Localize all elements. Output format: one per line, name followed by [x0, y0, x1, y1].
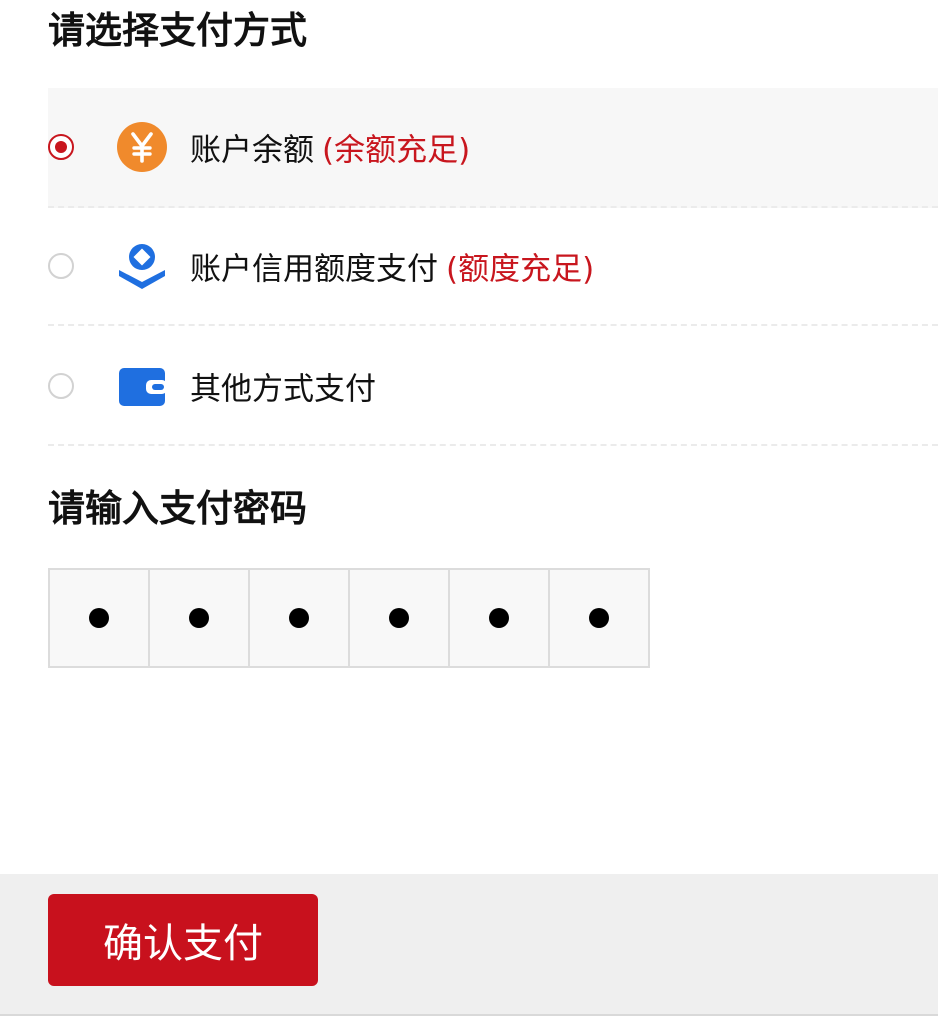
payment-option-credit[interactable]: 账户信用额度支付 (额度充足): [48, 208, 938, 326]
payment-method-title: 请选择支付方式: [48, 9, 307, 52]
option-text: 账户余额: [190, 132, 314, 169]
option-label-credit: 账户信用额度支付 (额度充足): [190, 244, 594, 289]
credit-shield-icon: [119, 244, 165, 289]
radio-other[interactable]: [48, 373, 74, 399]
password-dot: [89, 608, 109, 628]
option-status-note: (额度充足): [446, 251, 595, 288]
password-digit-cell[interactable]: [548, 570, 648, 666]
password-digit-cell[interactable]: [148, 570, 248, 666]
password-input[interactable]: [48, 568, 650, 668]
yuan-coin-icon: [117, 122, 167, 172]
payment-option-balance[interactable]: 账户余额 (余额充足): [48, 88, 938, 208]
password-digit-cell[interactable]: [448, 570, 548, 666]
option-label-balance: 账户余额 (余额充足): [190, 125, 470, 170]
payment-option-other[interactable]: 其他方式支付: [48, 328, 938, 446]
password-digit-cell[interactable]: [248, 570, 348, 666]
password-dot: [589, 608, 609, 628]
password-dot: [489, 608, 509, 628]
option-text: 账户信用额度支付: [190, 251, 438, 288]
password-dot: [289, 608, 309, 628]
password-digit-cell[interactable]: [348, 570, 448, 666]
option-label-other: 其他方式支付: [190, 364, 376, 409]
option-status-note: (余额充足): [322, 132, 471, 169]
payment-page: 请选择支付方式 账户余额 (余额充足) 账户信用额度支付 (额度充足) 其他方式支: [0, 0, 938, 1022]
password-title: 请输入支付密码: [48, 487, 307, 530]
password-dot: [389, 608, 409, 628]
radio-balance[interactable]: [48, 134, 74, 160]
footer-bar: 确认支付: [0, 874, 938, 1016]
option-text: 其他方式支付: [190, 371, 376, 408]
radio-credit[interactable]: [48, 253, 74, 279]
confirm-payment-button[interactable]: 确认支付: [48, 894, 318, 986]
password-dot: [189, 608, 209, 628]
password-digit-cell[interactable]: [50, 570, 148, 666]
wallet-icon: [119, 368, 167, 406]
